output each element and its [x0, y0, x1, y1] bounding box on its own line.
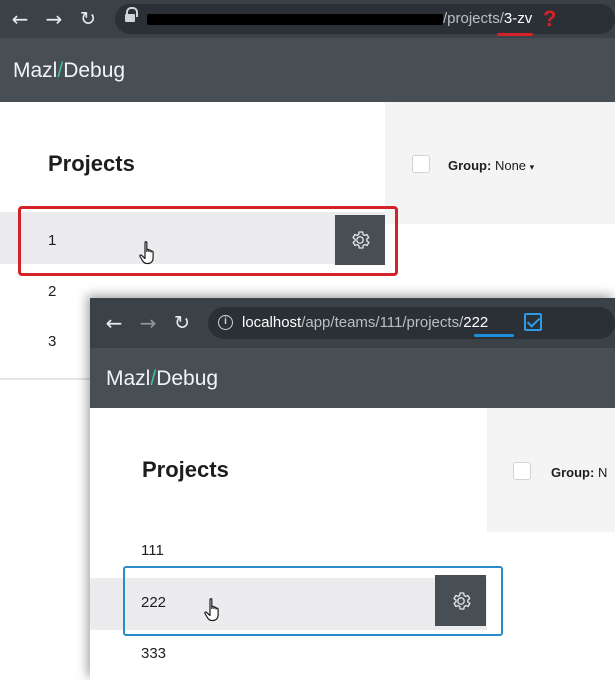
selected-row-highlight	[123, 566, 503, 636]
brand-name: Mazl	[13, 59, 58, 82]
address-bar[interactable]: /projects/3-zv ?	[115, 4, 615, 36]
forward-arrow-icon[interactable]: →	[42, 6, 66, 32]
project-item-2[interactable]: 2	[48, 282, 56, 302]
address-bar[interactable]: i localhost/app/teams/111/projects/222	[208, 307, 615, 339]
url-host: localhost	[242, 314, 302, 331]
select-all-checkbox[interactable]	[513, 462, 531, 480]
select-all-checkbox[interactable]	[412, 155, 430, 173]
group-label: Group:	[551, 465, 595, 480]
app-header: Mazl/Debug	[90, 348, 615, 408]
reload-icon[interactable]: ↻	[170, 310, 194, 336]
main-toolbar: Group: N	[487, 408, 615, 532]
browser-toolbar: ← → ↻ i localhost/app/teams/111/projects…	[90, 298, 615, 348]
info-icon[interactable]: i	[218, 315, 233, 330]
forward-arrow-icon[interactable]: →	[136, 310, 160, 336]
app-header: Mazl/Debug	[0, 38, 615, 102]
brand-section: Debug	[63, 59, 126, 82]
group-selector[interactable]: Group: N	[551, 465, 607, 481]
url-project-id: 222	[463, 314, 489, 331]
url-text: /projects/3-zv	[443, 10, 532, 28]
redacted-url-segment	[147, 14, 443, 25]
group-label: Group:	[448, 158, 492, 173]
url-path: /projects/	[443, 10, 504, 27]
front-window: ← → ↻ i localhost/app/teams/111/projects…	[90, 298, 615, 680]
project-item-111[interactable]: 111	[141, 541, 164, 561]
selected-row-highlight	[18, 206, 398, 276]
lock-icon	[125, 7, 138, 24]
main-toolbar: Group: None ▾	[385, 102, 615, 224]
composite-screenshot: ← → ↻ /projects/3-zv ? Mazl/Debug Projec…	[0, 0, 615, 680]
sidebar-title: Projects	[142, 457, 229, 482]
url-underline	[497, 33, 533, 36]
reload-icon[interactable]: ↻	[76, 6, 100, 32]
question-mark-annotation: ?	[543, 6, 557, 31]
sidebar-title: Projects	[48, 151, 135, 176]
browser-toolbar: ← → ↻ /projects/3-zv ?	[0, 0, 615, 38]
url-project-id: 3-zv	[503, 10, 533, 27]
group-selector[interactable]: Group: None ▾	[448, 158, 534, 175]
check-annotation-icon	[524, 313, 542, 331]
back-arrow-icon[interactable]: ←	[102, 310, 126, 336]
divider	[0, 378, 90, 380]
group-value: None	[494, 158, 527, 173]
url-path: /app/teams/111/projects/	[301, 314, 464, 331]
app-brand[interactable]: Mazl/Debug	[13, 58, 125, 84]
project-item-333[interactable]: 333	[141, 644, 166, 664]
project-item-3[interactable]: 3	[48, 332, 56, 352]
group-value: N	[597, 465, 608, 480]
chevron-down-icon: ▾	[529, 162, 535, 172]
url-text: localhost/app/teams/111/projects/222	[242, 314, 488, 332]
brand-name: Mazl	[106, 367, 151, 390]
url-underline	[474, 334, 514, 337]
back-arrow-icon[interactable]: ←	[8, 6, 32, 32]
app-brand[interactable]: Mazl/Debug	[106, 366, 218, 392]
brand-section: Debug	[156, 367, 219, 390]
